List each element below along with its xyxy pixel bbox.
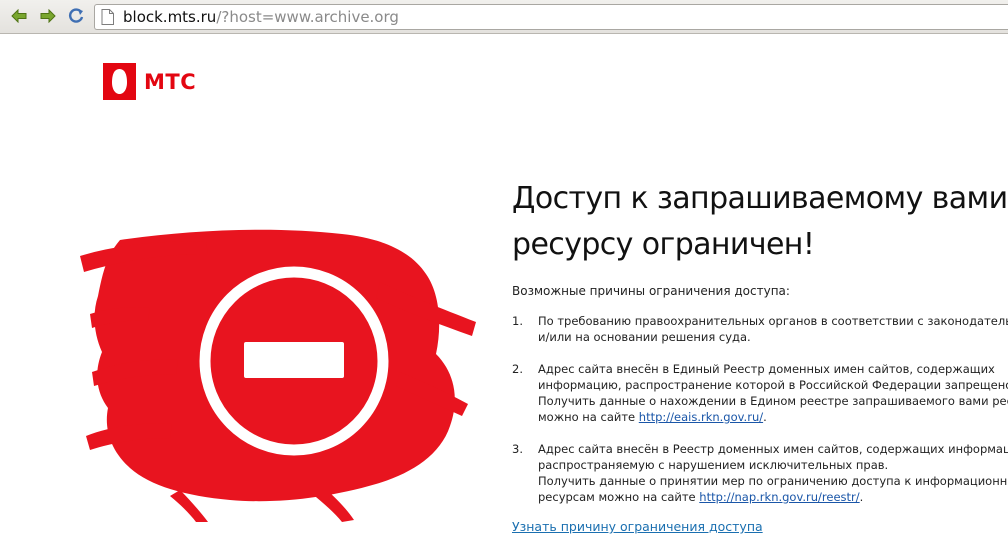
back-arrow-icon (11, 9, 27, 23)
reason-text: Адрес сайта внесён в Реестр доменных име… (538, 441, 1008, 505)
reason-item-3: 3. Адрес сайта внесён в Реестр доменных … (512, 441, 1008, 505)
page-title-line-2: ресурсу ограничен! (512, 227, 815, 262)
eais-link[interactable]: http://eais.rkn.gov.ru/ (639, 410, 763, 424)
url-host: block.mts.ru (123, 8, 217, 26)
reason-line: Получить данные о принятии мер по ограни… (538, 474, 1008, 488)
reason-line: Адрес сайта внесён в Реестр доменных име… (538, 442, 1008, 456)
reason-line: информацию, распространение которой в Ро… (538, 378, 1008, 392)
page-title-line-1: Доступ к запрашиваемому вами (512, 181, 1008, 216)
reason-number: 2. (512, 362, 523, 376)
stop-sign-icon (80, 229, 476, 522)
url-query: /?host=www.archive.org (216, 8, 399, 26)
reason-item-2: 2. Адрес сайта внесён в Единый Реестр до… (512, 361, 1008, 425)
reason-number: 1. (512, 314, 523, 328)
reason-line: ресурсам можно на сайте http://nap.rkn.g… (538, 489, 1000, 505)
reason-line-suffix: . (763, 410, 767, 424)
reason-line-prefix: можно на сайте (538, 410, 639, 424)
reasons-list: 1. По требованию правоохранительных орга… (512, 313, 1008, 521)
reload-icon (69, 8, 84, 23)
browser-toolbar: block.mts.ru/?host=www.archive.org (0, 0, 1008, 34)
address-bar[interactable]: block.mts.ru/?host=www.archive.org (94, 4, 1008, 30)
page-title: Доступ к запрашиваемому вами ресурсу огр… (512, 176, 1008, 268)
mts-logo-icon (103, 63, 136, 100)
reason-line: Получить данные о нахождении в Едином ре… (538, 394, 1008, 408)
forward-button[interactable] (38, 6, 58, 26)
reason-line-suffix: . (859, 490, 864, 504)
url-text[interactable]: block.mts.ru/?host=www.archive.org (123, 8, 399, 26)
reason-line: По требованию правоохранительных органов… (538, 314, 1008, 328)
reason-number: 3. (512, 442, 523, 456)
reason-item-1: 1. По требованию правоохранительных орга… (512, 313, 1008, 345)
learn-reason-link[interactable]: Узнать причину ограничения доступа (512, 519, 763, 534)
reason-line: распространяемую с нарушением исключител… (538, 458, 889, 472)
nap-reestr-link[interactable]: http://nap.rkn.gov.ru/reestr/ (699, 490, 859, 504)
reason-text: По требованию правоохранительных органов… (538, 313, 1008, 345)
reason-line-prefix: ресурсам можно на сайте (538, 490, 700, 504)
forward-arrow-icon (40, 9, 56, 23)
back-button[interactable] (9, 6, 29, 26)
reload-button[interactable] (66, 6, 86, 26)
page-icon (101, 6, 119, 28)
mts-logo[interactable]: МТС (103, 63, 196, 100)
logo-text: МТС (144, 69, 197, 94)
reason-text: Адрес сайта внесён в Единый Реестр домен… (538, 361, 1008, 425)
reason-line: и/или на основании решения суда. (538, 330, 751, 344)
reasons-intro: Возможные причины ограничения доступа: (512, 284, 790, 298)
reason-line: можно на сайте http://eais.rkn.gov.ru/. (538, 409, 1000, 425)
reason-line: Адрес сайта внесён в Единый Реестр домен… (538, 362, 995, 376)
